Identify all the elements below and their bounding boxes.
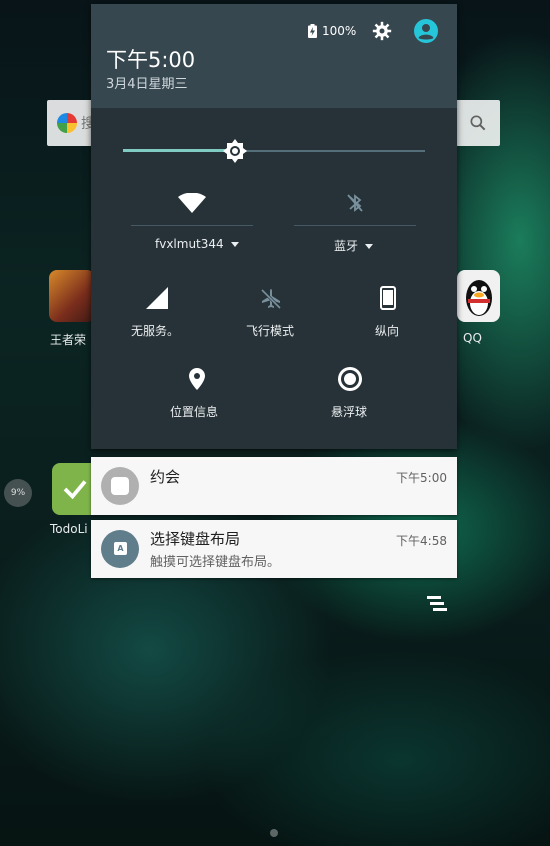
notification-calendar[interactable]: 约会 下午5:00 xyxy=(91,457,457,515)
notification-time: 下午5:00 xyxy=(396,471,447,485)
notification-body: 触摸可选择键盘布局。 xyxy=(150,555,281,570)
tile-label-bluetooth[interactable]: 蓝牙 xyxy=(334,237,374,254)
battery-charging-icon xyxy=(308,24,317,38)
page-indicator-dot xyxy=(270,829,278,837)
wifi-dropdown-caret xyxy=(230,242,239,247)
notification-title: 选择键盘布局 xyxy=(150,530,241,548)
tile-label-rotation: 纵向 xyxy=(375,324,400,338)
float-ball-icon[interactable] xyxy=(337,366,363,392)
battery-percent: 100% xyxy=(322,24,357,38)
clock-date: 3月4日星期三 xyxy=(106,77,188,92)
notification-title: 约会 xyxy=(150,468,181,486)
bluetooth-dropdown-caret xyxy=(365,244,374,249)
brightness-slider[interactable] xyxy=(123,134,425,168)
tile-label-float-ball: 悬浮球 xyxy=(331,405,368,419)
bluetooth-off-icon[interactable] xyxy=(345,192,365,214)
app-icon-honor-of-kings[interactable] xyxy=(49,270,95,322)
quick-settings-header: 100% 下午5:00 3月4日星期三 xyxy=(91,4,457,108)
wifi-icon[interactable] xyxy=(178,193,206,213)
gear-icon[interactable] xyxy=(372,21,392,41)
clock-time: 下午5:00 xyxy=(106,48,196,72)
clear-all-icon[interactable] xyxy=(425,594,449,612)
app-label-honor-of-kings: 王者荣 xyxy=(50,333,87,347)
user-avatar-icon[interactable] xyxy=(414,19,438,43)
app-label-qq: QQ xyxy=(463,331,482,345)
tile-label-location: 位置信息 xyxy=(170,405,219,419)
bluetooth-divider xyxy=(294,225,416,226)
google-icon xyxy=(57,113,77,133)
notification-time: 下午4:58 xyxy=(396,534,447,548)
checkmark-icon xyxy=(63,480,87,500)
brightness-icon[interactable] xyxy=(222,138,248,164)
cellular-signal-icon[interactable] xyxy=(146,287,168,309)
airplane-off-icon[interactable] xyxy=(259,287,283,311)
app-icon-qq[interactable] xyxy=(457,270,500,322)
tile-label-airplane: 飞行模式 xyxy=(246,324,295,338)
qq-penguin-icon xyxy=(466,280,492,316)
progress-badge: 9% xyxy=(4,479,32,507)
search-icon[interactable] xyxy=(468,113,488,133)
location-pin-icon[interactable] xyxy=(189,368,205,390)
wifi-divider xyxy=(131,225,253,226)
app-label-todolist: TodoLi xyxy=(50,522,88,536)
tile-label-cellular: 无服务。 xyxy=(131,324,180,338)
keyboard-icon: A xyxy=(101,530,139,568)
brightness-fill xyxy=(123,149,235,152)
notification-keyboard-layout[interactable]: A 选择键盘布局 触摸可选择键盘布局。 下午4:58 xyxy=(91,520,457,578)
calendar-icon xyxy=(101,467,139,505)
portrait-icon[interactable] xyxy=(380,286,396,310)
quick-settings-panel: 100% 下午5:00 3月4日星期三 fvxlmut344 蓝牙 无服务。 飞… xyxy=(91,4,457,449)
tile-label-wifi[interactable]: fvxlmut344 xyxy=(155,237,239,251)
